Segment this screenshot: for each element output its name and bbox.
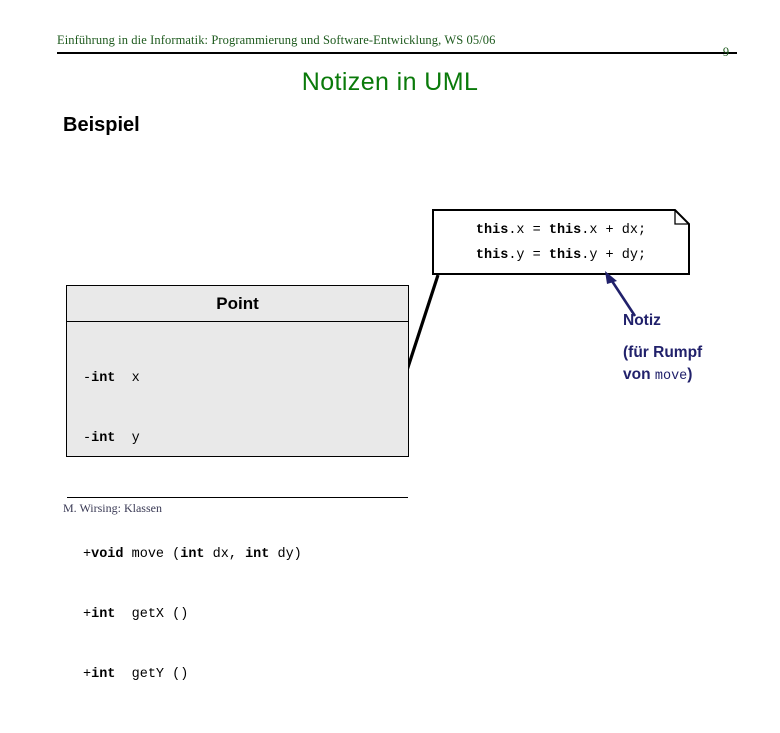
annotation-method-ref: move xyxy=(654,369,688,384)
course-header: Einführung in die Informatik: Programmie… xyxy=(57,33,496,47)
note-kw-this-1: this xyxy=(475,223,509,238)
uml-attribute-row: -int y xyxy=(83,429,408,449)
uml-class-operations: +void move (int dx, int dy) +int getX ()… xyxy=(67,498,408,733)
attr-name-2: y xyxy=(115,431,140,446)
uml-operation-row: +void move (int dx, int dy) xyxy=(83,545,408,565)
attr-type-2: int xyxy=(91,431,116,446)
note-expr-2a: .y = xyxy=(508,248,549,263)
op-name-3: getY () xyxy=(115,667,189,682)
uml-note-box: this.x = this.x + dx; this.y = this.y + … xyxy=(432,209,690,275)
op-visibility-3: + xyxy=(83,667,92,682)
annotation-sub-line-1: (für Rumpf xyxy=(623,344,703,361)
annotation-title: Notiz xyxy=(623,312,661,329)
slide-canvas: Einführung in die Informatik: Programmie… xyxy=(0,0,780,682)
footer-text: M. Wirsing: Klassen xyxy=(63,501,162,515)
attr-type-1: int xyxy=(91,371,116,386)
annotation-subtext: (für Rumpf von move) xyxy=(623,342,758,388)
attr-name-1: x xyxy=(115,371,140,386)
note-expr-2b: .y + dy; xyxy=(581,248,647,263)
op-type-1: void xyxy=(91,547,124,562)
annotation-sub-line-2: von move) xyxy=(623,364,758,388)
note-code-line-2: this.y = this.y + dy; xyxy=(432,243,690,268)
op-param-type-1: int xyxy=(180,547,205,562)
uml-class-box: Point -int x -int y +void move (int dx, … xyxy=(66,285,409,682)
page-title: Notizen in UML xyxy=(301,68,479,96)
uml-operation-row: +int getY () xyxy=(83,665,408,685)
annotation-block: Notiz (für Rumpf von move) xyxy=(623,310,758,388)
uml-class-attributes: -int x -int y xyxy=(67,322,408,498)
page-number: 9 xyxy=(722,45,730,59)
annotation-von-label: von xyxy=(623,366,655,383)
uml-operation-row: +int getX () xyxy=(83,605,408,625)
section-heading: Beispiel xyxy=(63,114,140,136)
note-expr-1b: .x + dx; xyxy=(581,223,647,238)
op-param-name-2: dy) xyxy=(269,547,302,562)
note-kw-this-2: this xyxy=(548,223,582,238)
note-kw-this-4: this xyxy=(548,248,582,263)
op-type-2: int xyxy=(91,607,116,622)
op-param-name-1: dx, xyxy=(204,547,246,562)
note-code-line-1: this.x = this.x + dx; xyxy=(432,218,690,243)
attr-visibility-2: - xyxy=(83,431,92,446)
note-expr-1a: .x = xyxy=(508,223,549,238)
op-visibility-2: + xyxy=(83,607,92,622)
op-param-type-2: int xyxy=(245,547,270,562)
note-code-text: this.x = this.x + dx; this.y = this.y + … xyxy=(432,209,690,275)
attr-visibility-1: - xyxy=(83,371,92,386)
annotation-close-paren: ) xyxy=(687,366,693,383)
uml-attribute-row: -int x xyxy=(83,369,408,389)
op-visibility-1: + xyxy=(83,547,92,562)
op-name-1: move ( xyxy=(123,547,181,562)
note-kw-this-3: this xyxy=(475,248,509,263)
header-divider xyxy=(57,52,737,54)
uml-class-name: Point xyxy=(67,286,408,322)
op-name-2: getX () xyxy=(115,607,189,622)
op-type-3: int xyxy=(91,667,116,682)
